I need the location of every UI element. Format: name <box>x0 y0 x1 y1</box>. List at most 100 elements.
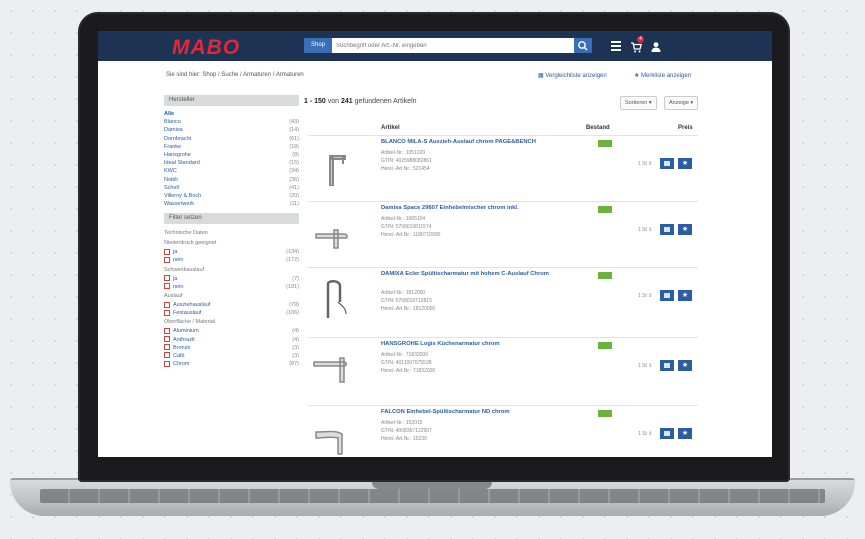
filter-option[interactable]: Ausziehauslauf (79) <box>164 301 299 309</box>
product-row: Damixa Space 29807 Einhebelmischer chrom… <box>308 201 698 264</box>
checkbox[interactable] <box>164 301 170 308</box>
filter-option-count: (172) <box>286 257 299 264</box>
product-manufacturer-number: Herst.-Art.Nr.: 15230 <box>381 436 427 442</box>
manufacturer-item[interactable]: Wasserwerk (11) <box>164 200 299 208</box>
quantity-value: 1 St <box>638 293 647 299</box>
wishlist-star-button[interactable]: ★ <box>678 360 692 371</box>
search-scope-select[interactable]: Shop <box>304 38 332 53</box>
product-row: BLANCO MILA-S Auszieh-Auslauf chrom PAGE… <box>308 135 698 198</box>
quantity-stepper[interactable]: 1 St ⇕ <box>638 363 653 369</box>
checkbox[interactable] <box>164 360 170 367</box>
product-manufacturer-number: Herst.-Art.Nr.: 71832000 <box>381 368 436 374</box>
col-article: Artikel <box>381 125 400 131</box>
logo[interactable]: MABO <box>172 36 240 60</box>
quantity-value: 1 St <box>638 161 647 167</box>
wishlist-link[interactable]: ★ Merkliste anzeigen <box>634 72 691 79</box>
manufacturer-item[interactable]: Franke (18) <box>164 143 299 151</box>
manufacturer-item[interactable]: Schell (41) <box>164 184 299 192</box>
product-image[interactable] <box>310 344 354 388</box>
manufacturer-name: Damixa <box>164 127 183 134</box>
filter-option-name: ja <box>173 275 178 282</box>
manufacturer-count: (43) <box>289 119 299 126</box>
checkbox[interactable] <box>164 309 170 316</box>
filter-option[interactable]: Festauslauf (106) <box>164 309 299 317</box>
user-icon[interactable] <box>650 40 662 52</box>
filter-option[interactable]: ja (7) <box>164 275 299 283</box>
filter-option[interactable]: Aluminium (4) <box>164 327 299 335</box>
checkbox[interactable] <box>164 352 170 359</box>
product-name[interactable]: Damixa Space 29807 Einhebelmischer chrom… <box>381 205 581 211</box>
search-input[interactable] <box>332 38 574 53</box>
sort-dropdown[interactable]: Sortieren ▾ <box>620 96 657 110</box>
product-name[interactable]: HANSGROHE Logis Küchenarmatur chrom <box>381 341 581 347</box>
filter-option[interactable]: Café (3) <box>164 352 299 360</box>
product-name[interactable]: DAMIXA Ecler Spültischarmatur mit hohem … <box>381 271 581 277</box>
manufacturer-count: (61) <box>289 135 299 142</box>
manufacturer-item[interactable]: KWC (34) <box>164 167 299 175</box>
filter-option[interactable]: nein (181) <box>164 283 299 291</box>
wishlist-star-button[interactable]: ★ <box>678 428 692 439</box>
checkbox[interactable] <box>164 248 170 255</box>
add-to-cart-button[interactable] <box>660 428 674 439</box>
search-button[interactable] <box>574 38 592 53</box>
manufacturer-item[interactable]: Damixa (14) <box>164 126 299 134</box>
manufacturer-item[interactable]: Dornbracht (61) <box>164 135 299 143</box>
filter-option-count: (4) <box>292 328 299 335</box>
view-dropdown[interactable]: Anzeige ▾ <box>664 96 699 110</box>
manufacturer-count: (14) <box>289 127 299 134</box>
product-name[interactable]: BLANCO MILA-S Auszieh-Auslauf chrom PAGE… <box>381 139 581 145</box>
quantity-stepper[interactable]: 1 St ⇕ <box>638 293 653 299</box>
checkbox[interactable] <box>164 327 170 334</box>
results-found: gefundenen Artikeln <box>354 98 417 105</box>
quantity-stepper[interactable]: 1 St ⇕ <box>638 161 653 167</box>
results-range: 1 - 150 <box>304 98 326 105</box>
filter-option[interactable]: Chrom (87) <box>164 360 299 368</box>
menu-icon[interactable] <box>610 40 622 52</box>
checkbox[interactable] <box>164 344 170 351</box>
manufacturer-item[interactable]: Alle <box>164 110 299 118</box>
results-of: von <box>327 98 340 105</box>
product-image[interactable] <box>310 412 354 456</box>
manufacturer-name: Alle <box>164 111 175 117</box>
checkbox[interactable] <box>164 283 170 290</box>
add-to-cart-button[interactable] <box>660 360 674 371</box>
cart-icon[interactable]: 4 <box>630 36 644 53</box>
product-image[interactable] <box>310 142 354 186</box>
manufacturer-item[interactable]: Ideal Standard (15) <box>164 159 299 167</box>
filter-option[interactable]: nein (172) <box>164 256 299 264</box>
manufacturer-item[interactable]: Villeroy & Boch (20) <box>164 192 299 200</box>
checkbox[interactable] <box>164 336 170 343</box>
filter-group-label: Niederdruck geeignet <box>164 240 217 247</box>
quantity-stepper[interactable]: 1 St ⇕ <box>638 227 653 233</box>
breadcrumb: Sie sind hier: Shop / Suche / Armaturen … <box>166 72 304 78</box>
filter-option[interactable]: ja (134) <box>164 248 299 256</box>
stock-indicator <box>598 342 612 349</box>
quantity-stepper[interactable]: 1 St ⇕ <box>638 431 653 437</box>
product-image[interactable] <box>310 208 354 252</box>
filter-option[interactable]: Anthrazit (4) <box>164 336 299 344</box>
product-name[interactable]: FALCON Einhebel-Spültischarmatur ND chro… <box>381 409 581 415</box>
filter-option-name: Bronze <box>173 344 191 351</box>
stock-indicator <box>598 206 612 213</box>
manufacturer-item[interactable]: Blanco (43) <box>164 118 299 126</box>
manufacturer-item[interactable]: Hansgrohe (8) <box>164 151 299 159</box>
filter-option-name: Festauslauf <box>173 310 202 317</box>
filter-option-name: nein <box>173 283 184 290</box>
add-to-cart-button[interactable] <box>660 290 674 301</box>
filter-group-label: Schwenkauslauf <box>164 266 205 273</box>
checkbox[interactable] <box>164 275 170 282</box>
manufacturer-name: Wasserwerk <box>164 201 195 208</box>
filter-option[interactable]: Bronze (3) <box>164 344 299 352</box>
wishlist-star-button[interactable]: ★ <box>678 290 692 301</box>
product-image[interactable] <box>310 274 354 318</box>
compare-list-link[interactable]: ▦ Vergleichliste anzeigen <box>538 72 607 79</box>
manufacturer-name: Schell <box>164 184 179 191</box>
wishlist-star-button[interactable]: ★ <box>678 158 692 169</box>
filter-groups: Niederdruck geeignet ja (134) nein (172) Schw… <box>164 238 299 368</box>
wishlist-star-button[interactable]: ★ <box>678 224 692 235</box>
add-to-cart-button[interactable] <box>660 224 674 235</box>
manufacturer-item[interactable]: Nobili (36) <box>164 176 299 184</box>
checkbox[interactable] <box>164 256 170 263</box>
filter-option-name: Ausziehauslauf <box>173 302 211 308</box>
add-to-cart-button[interactable] <box>660 158 674 169</box>
